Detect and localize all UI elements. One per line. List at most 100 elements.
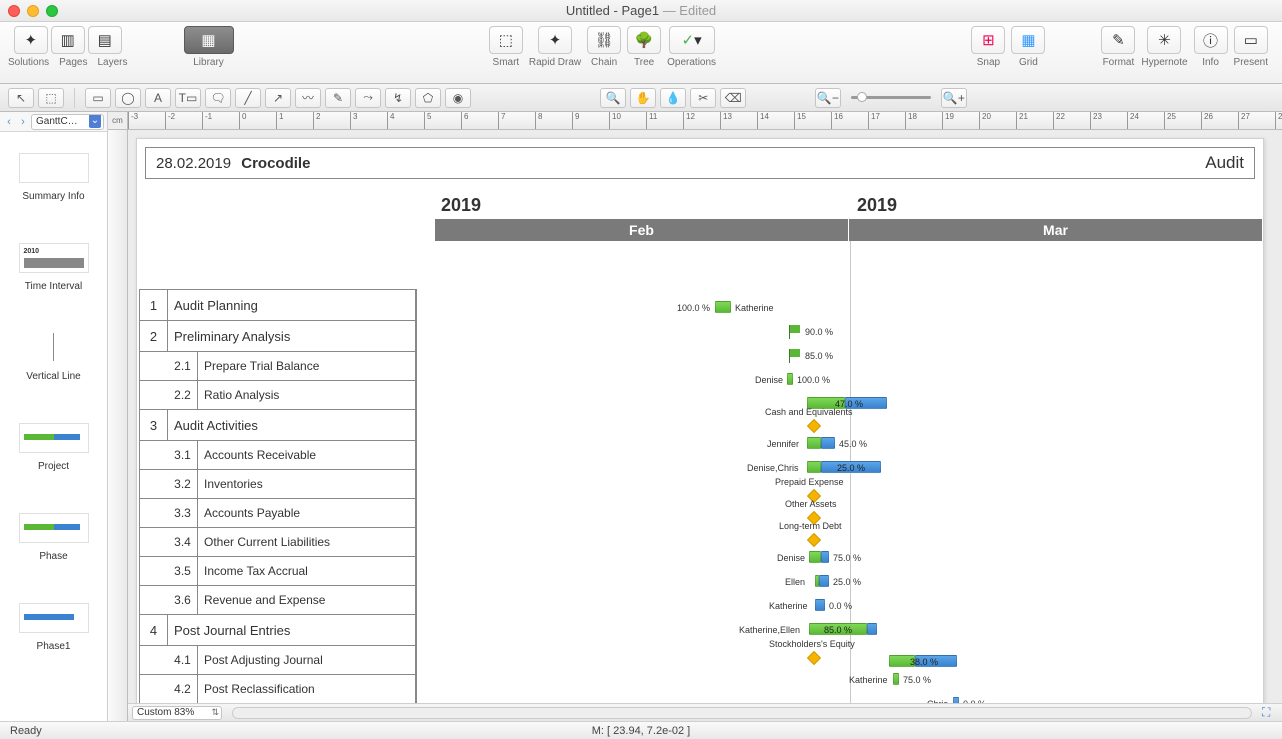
pointer-tool[interactable]: ↖ bbox=[8, 88, 34, 108]
task-row[interactable]: 3.5Income Tax Accrual bbox=[140, 557, 416, 586]
zoom-out-button[interactable]: 🔍− bbox=[815, 88, 841, 108]
gantt-bar[interactable]: 25.0 % bbox=[821, 461, 881, 473]
gantt-bar[interactable] bbox=[893, 673, 899, 685]
task-row[interactable]: 2.2Ratio Analysis bbox=[140, 381, 416, 410]
connector-tool[interactable]: ↯ bbox=[385, 88, 411, 108]
task-row[interactable]: 3Audit Activities bbox=[140, 410, 416, 441]
task-num: 3.2 bbox=[168, 470, 198, 498]
line-tool[interactable]: ╱ bbox=[235, 88, 261, 108]
task-num: 2.2 bbox=[168, 381, 198, 409]
info-button[interactable]: ⓘ bbox=[1194, 26, 1228, 54]
task-num: 3.3 bbox=[168, 499, 198, 527]
gantt-bar[interactable] bbox=[867, 623, 877, 635]
palette-item[interactable]: Phase1 bbox=[0, 582, 107, 672]
grid-button[interactable]: ▦ bbox=[1011, 26, 1045, 54]
task-indent bbox=[140, 646, 168, 674]
task-row[interactable]: 4.1Post Adjusting Journal bbox=[140, 646, 416, 675]
chain-button[interactable]: ⛓ bbox=[587, 26, 621, 54]
arrow-tool[interactable]: ↗ bbox=[265, 88, 291, 108]
grid-label: Grid bbox=[1019, 57, 1038, 68]
bar-assignee: Katherine bbox=[849, 675, 888, 685]
layers-button[interactable]: ▤ bbox=[88, 26, 122, 54]
palette-forward-icon[interactable]: › bbox=[17, 116, 29, 128]
gantt-bar[interactable] bbox=[807, 437, 821, 449]
palette-library-dropdown[interactable]: GanttC… bbox=[31, 114, 104, 130]
task-row[interactable]: 3.2Inventories bbox=[140, 470, 416, 499]
page-project-name: Crocodile bbox=[241, 155, 310, 172]
solutions-label: Solutions bbox=[8, 57, 49, 68]
present-button[interactable]: ▭ bbox=[1234, 26, 1268, 54]
palette-item[interactable]: Project bbox=[0, 402, 107, 492]
gantt-bar[interactable] bbox=[821, 437, 835, 449]
gantt-bar[interactable]: 85.0 % bbox=[809, 623, 867, 635]
zoom-in-icon[interactable]: 🔍 bbox=[600, 88, 626, 108]
crop-tool[interactable]: ✂ bbox=[690, 88, 716, 108]
ellipse-tool[interactable]: ◯ bbox=[115, 88, 141, 108]
task-num: 2.1 bbox=[168, 352, 198, 380]
snap-button[interactable]: ⊞ bbox=[971, 26, 1005, 54]
gantt-bar[interactable] bbox=[807, 461, 821, 473]
task-row[interactable]: 3.6Revenue and Expense bbox=[140, 586, 416, 615]
gantt-bar[interactable] bbox=[815, 599, 825, 611]
palette-item-label: Project bbox=[38, 461, 69, 472]
curve-tool[interactable]: 〰 bbox=[295, 88, 321, 108]
library-button[interactable]: ▦ bbox=[184, 26, 234, 54]
zoom-slider[interactable] bbox=[851, 96, 931, 99]
rect-tool[interactable]: ▭ bbox=[85, 88, 111, 108]
bar-assignee: Jennifer bbox=[767, 439, 799, 449]
task-label: Income Tax Accrual bbox=[198, 557, 416, 585]
operations-button[interactable]: ✓▾ bbox=[669, 26, 715, 54]
task-row[interactable]: 1Audit Planning bbox=[140, 290, 416, 321]
format-button[interactable]: ✎ bbox=[1101, 26, 1135, 54]
thumb-year: 2010 bbox=[24, 248, 40, 255]
gantt-bar[interactable] bbox=[715, 301, 731, 313]
text-tool[interactable]: A bbox=[145, 88, 171, 108]
textbox-tool[interactable]: T▭ bbox=[175, 88, 201, 108]
zoom-select[interactable]: Custom 83% bbox=[132, 706, 222, 720]
pages-button[interactable]: ▥ bbox=[51, 26, 85, 54]
bar-assignee: Denise,Chris bbox=[747, 463, 799, 473]
gantt-bar[interactable] bbox=[821, 551, 829, 563]
palette-item[interactable]: 2010Time Interval bbox=[0, 222, 107, 312]
task-indent bbox=[140, 586, 168, 614]
marquee-tool[interactable]: ⬚ bbox=[38, 88, 64, 108]
gantt-bar[interactable] bbox=[787, 373, 793, 385]
month-mar: Mar bbox=[849, 219, 1263, 241]
smart-button[interactable]: ⬚ bbox=[489, 26, 523, 54]
palette-item[interactable]: Phase bbox=[0, 492, 107, 582]
page-date: 28.02.2019 bbox=[156, 155, 231, 172]
eyedropper-tool[interactable]: 💧 bbox=[660, 88, 686, 108]
layers-label: Layers bbox=[98, 57, 128, 68]
gantt-bar[interactable] bbox=[809, 551, 821, 563]
zoom-in-button[interactable]: 🔍+ bbox=[941, 88, 967, 108]
palette-back-icon[interactable]: ‹ bbox=[3, 116, 15, 128]
task-row[interactable]: 2.1Prepare Trial Balance bbox=[140, 352, 416, 381]
task-label: Accounts Payable bbox=[198, 499, 416, 527]
gantt-bar[interactable]: 38.0 % bbox=[915, 655, 957, 667]
task-row[interactable]: 3.4Other Current Liabilities bbox=[140, 528, 416, 557]
pen-tool[interactable]: ✎ bbox=[325, 88, 351, 108]
stamp-tool[interactable]: ◉ bbox=[445, 88, 471, 108]
rapid-draw-button[interactable]: ✦ bbox=[538, 26, 572, 54]
solutions-button[interactable]: ✦ bbox=[14, 26, 48, 54]
bezier-tool[interactable]: ⤳ bbox=[355, 88, 381, 108]
task-row[interactable]: 3.3Accounts Payable bbox=[140, 499, 416, 528]
shape-tool[interactable]: ⬠ bbox=[415, 88, 441, 108]
task-label: Post Reclassification bbox=[198, 675, 416, 703]
pan-tool[interactable]: ✋ bbox=[630, 88, 656, 108]
task-row[interactable]: 3.1Accounts Receivable bbox=[140, 441, 416, 470]
note-tool[interactable]: 🗨 bbox=[205, 88, 231, 108]
task-row[interactable]: 2Preliminary Analysis bbox=[140, 321, 416, 352]
hypernote-button[interactable]: ✳ bbox=[1147, 26, 1181, 54]
task-row[interactable]: 4Post Journal Entries bbox=[140, 615, 416, 646]
gantt-bar[interactable] bbox=[819, 575, 829, 587]
window-title-text: Untitled - Page1 bbox=[566, 3, 659, 18]
horizontal-scrollbar[interactable] bbox=[232, 707, 1252, 719]
tree-button[interactable]: 🌳 bbox=[627, 26, 661, 54]
palette-item[interactable]: Summary Info bbox=[0, 132, 107, 222]
eraser-tool[interactable]: ⌫ bbox=[720, 88, 746, 108]
fit-page-icon[interactable]: ⛶ bbox=[1262, 705, 1278, 720]
palette-item[interactable]: Vertical Line bbox=[0, 312, 107, 402]
canvas[interactable]: 28.02.2019 Crocodile Audit 2019 2019 Feb… bbox=[128, 130, 1282, 703]
task-row[interactable]: 4.2Post Reclassification bbox=[140, 675, 416, 703]
